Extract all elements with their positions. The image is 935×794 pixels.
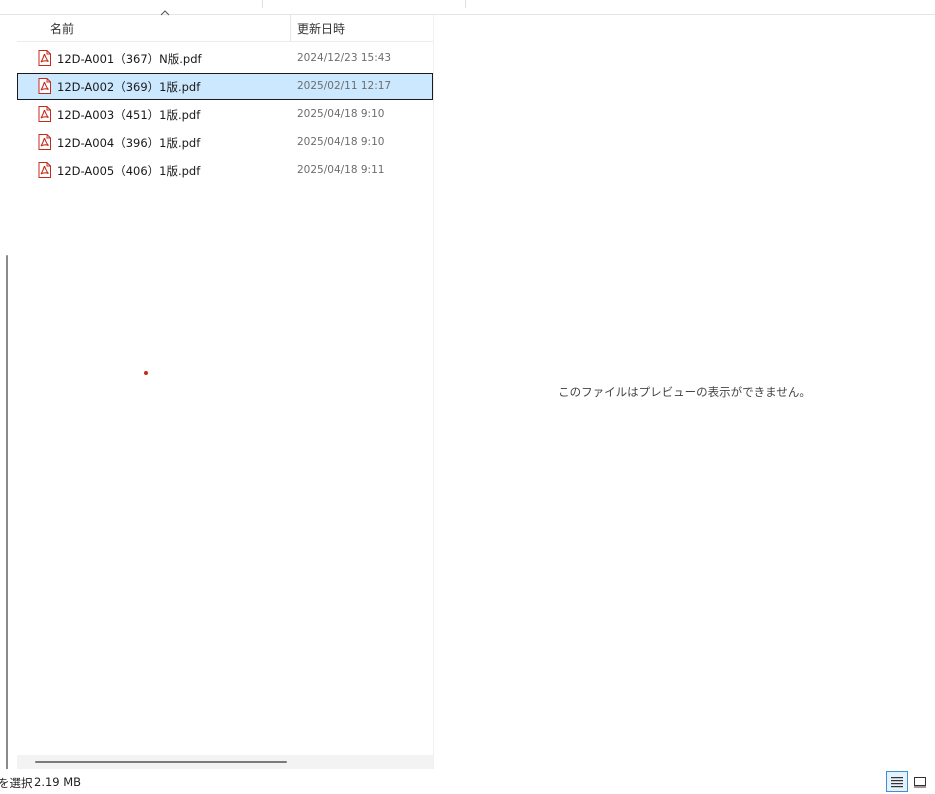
details-view-icon [891,776,903,787]
status-selection-size: 2.19 MB [34,775,82,789]
horizontal-scrollbar-thumb[interactable] [35,761,287,763]
pdf-file-icon [38,78,51,94]
toolbar-strip [0,0,935,15]
file-modified-date: 2025/02/11 12:17 [297,80,392,92]
file-name: 12D-A003（451）1版.pdf [57,108,201,122]
column-header-modified-label: 更新日時 [297,22,346,36]
tiles-view-icon [914,776,926,787]
column-header-name-label: 名前 [50,22,75,36]
navigation-scrollbar[interactable] [6,255,8,770]
column-header-name[interactable]: 名前 [17,10,291,41]
pdf-file-icon [38,134,51,150]
navigation-pane-edge [0,15,16,770]
file-list: 12D-A001（367）N版.pdf 2024/12/23 15:43 12D-A… [17,45,433,185]
pdf-file-icon [38,50,51,66]
file-row[interactable]: 12D-A005（406）1版.pdf 2025/04/18 9:11 [17,157,433,184]
file-modified-date: 2025/04/18 9:10 [297,108,385,120]
file-name: 12D-A004（396）1版.pdf [57,136,201,150]
file-modified-date: 2025/04/18 9:10 [297,136,385,148]
pdf-file-icon [38,162,51,178]
mouse-cursor-dot [144,371,148,375]
preview-message: このファイルはプレビューの表示ができません。 [558,385,811,399]
preview-pane: このファイルはプレビューの表示ができません。 [434,15,935,769]
file-modified-date: 2024/12/23 15:43 [297,52,392,64]
file-row[interactable]: 12D-A001（367）N版.pdf 2024/12/23 15:43 [17,45,433,72]
toolbar-separator [465,0,466,8]
file-modified-date: 2025/04/18 9:11 [297,164,385,176]
status-bar: を選択 2.19 MB [0,769,935,794]
column-header-modified[interactable]: 更新日時 [291,15,433,41]
tiles-view-button[interactable] [909,771,931,792]
pdf-file-icon [38,106,51,122]
file-row[interactable]: 12D-A002（369）1版.pdf 2025/02/11 12:17 [17,73,433,100]
file-name: 12D-A005（406）1版.pdf [57,164,201,178]
details-view-button[interactable] [886,771,908,792]
column-header-row: 名前 更新日時 [17,10,433,42]
file-list-pane: 名前 更新日時 12D-A001（367）N版.pdf 2024/12/23 15… [17,10,433,755]
file-row[interactable]: 12D-A004（396）1版.pdf 2025/04/18 9:10 [17,129,433,156]
file-row[interactable]: 12D-A003（451）1版.pdf 2025/04/18 9:10 [17,101,433,128]
file-name: 12D-A002（369）1版.pdf [57,80,201,94]
file-name: 12D-A001（367）N版.pdf [57,52,202,66]
sort-ascending-icon [160,10,170,16]
status-selection-text: を選択 [0,776,33,790]
horizontal-scrollbar[interactable] [17,755,433,769]
toolbar-separator [262,0,263,8]
